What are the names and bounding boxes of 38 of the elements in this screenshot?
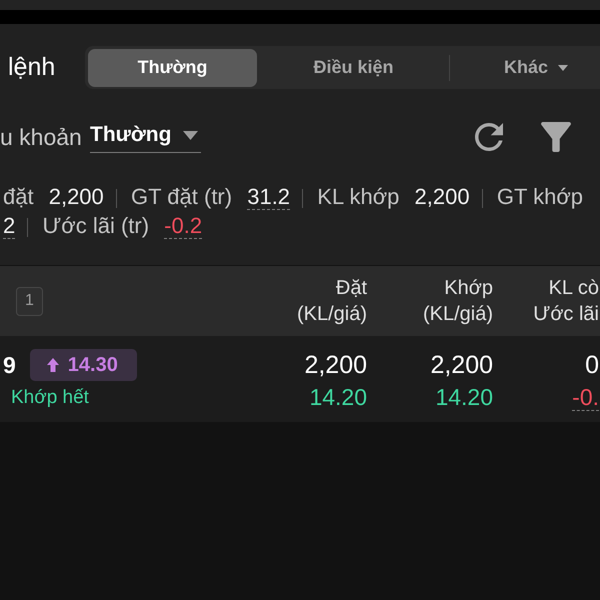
account-type-dropdown[interactable]: Thường — [90, 121, 201, 153]
summary-value[interactable]: 31.2 — [247, 184, 290, 210]
summary-value: 2,200 — [414, 184, 470, 209]
summary-value[interactable]: 2 — [3, 213, 16, 239]
column-header: Đặt — [336, 276, 367, 301]
column-header: Ước lãi — [533, 302, 599, 327]
tab[interactable]: Khác — [450, 48, 600, 86]
summary-label: GT đặt (tr) — [131, 183, 232, 211]
tab[interactable]: Thường — [88, 48, 257, 86]
summary-label: KL khớp — [317, 183, 400, 211]
summary-label: GT khớp — [496, 183, 584, 211]
price-value: 14.20 — [435, 384, 493, 410]
tab[interactable]: Điều kiện — [258, 48, 449, 86]
refresh-icon[interactable] — [475, 123, 503, 151]
summary-label: đặt — [3, 183, 34, 211]
account-label: u khoản — [0, 124, 83, 150]
stock-symbol: 9 — [3, 352, 16, 378]
up-arrow-icon — [46, 358, 59, 372]
quantity-value: 0 — [585, 350, 599, 381]
count-badge: 1 — [16, 286, 43, 316]
price-value: 14.20 — [309, 384, 367, 410]
column-header: KL cò — [548, 276, 599, 301]
caret-down-icon — [183, 130, 198, 140]
page-title: lệnh — [7, 53, 56, 82]
column-header: (KL/giá) — [296, 302, 367, 327]
price-badge: 14.30 — [30, 349, 137, 381]
summary-value: 2,200 — [48, 184, 104, 209]
order-status: Khớp hết — [11, 386, 90, 410]
column-header: Khớp — [444, 276, 493, 301]
column-header: (KL/giá) — [422, 302, 493, 327]
summary-label: Ước lãi (tr) — [42, 212, 150, 240]
filter-icon[interactable] — [541, 122, 571, 152]
caret-down-icon — [558, 64, 568, 70]
order-row[interactable]: 9 14.30 Khớp hết 2,200 14.20 2,200 14.20 0 -0. — [0, 336, 600, 422]
quantity-value: 2,200 — [430, 350, 493, 381]
price-value[interactable]: -0. — [572, 384, 599, 411]
summary-value[interactable]: -0.2 — [164, 213, 202, 239]
quantity-value: 2,200 — [304, 350, 367, 381]
